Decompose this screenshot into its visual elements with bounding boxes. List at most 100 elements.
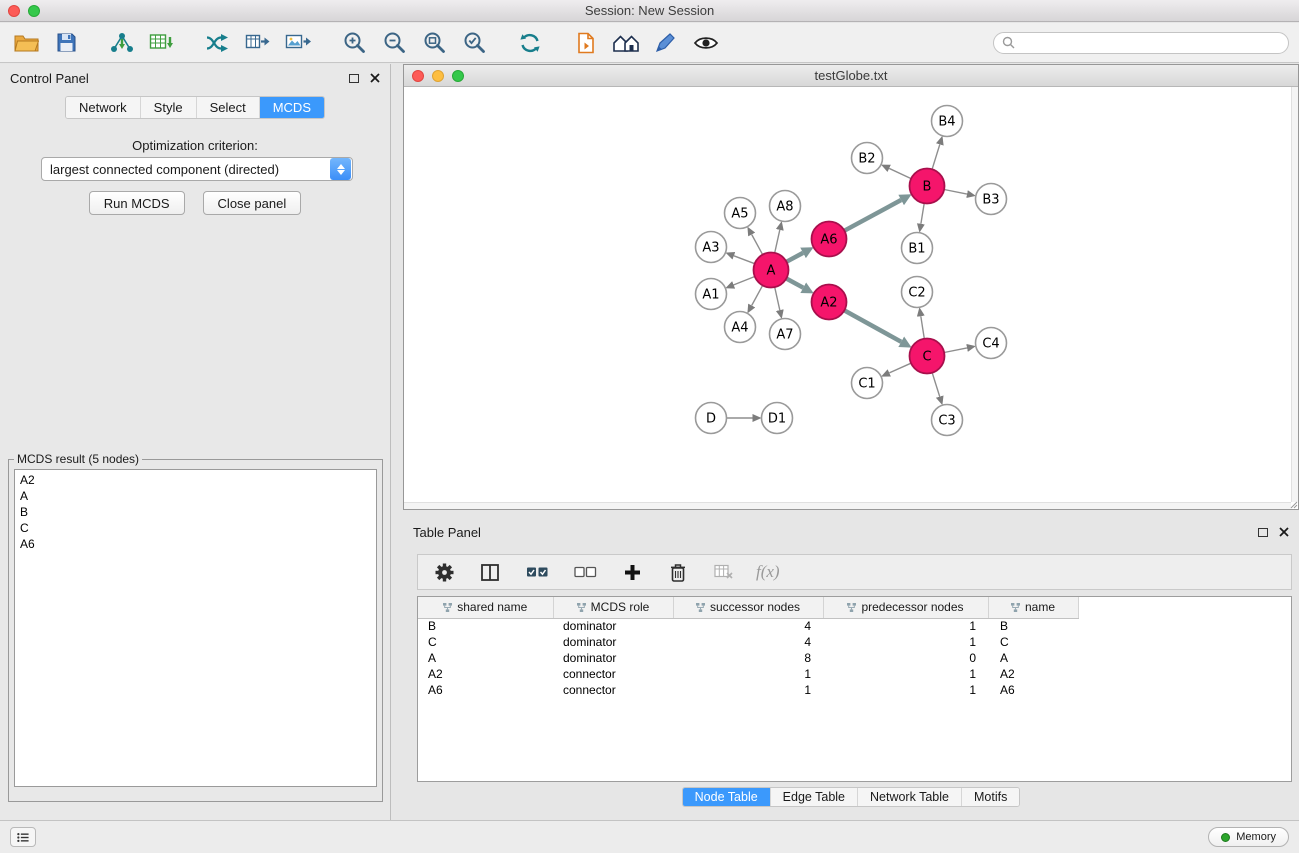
edge-A-A6[interactable] [786, 253, 803, 262]
run-mcds-button[interactable]: Run MCDS [89, 191, 185, 215]
table-cell[interactable]: dominator [553, 634, 673, 650]
edge-A-A8[interactable] [775, 230, 780, 253]
edge-A-A4[interactable] [752, 285, 763, 305]
search-field[interactable] [993, 32, 1289, 54]
close-panel-icon[interactable] [1279, 527, 1289, 537]
node-B4[interactable]: B4 [932, 106, 963, 137]
apply-function-button[interactable]: f(x) [756, 562, 780, 582]
table-cell[interactable]: connector [553, 682, 673, 698]
edge-A-A3[interactable] [734, 256, 755, 264]
close-panel-button[interactable]: Close panel [203, 191, 302, 215]
edge-A2-C[interactable] [844, 310, 901, 341]
table-cell[interactable]: B [418, 618, 553, 634]
optimization-criterion-select[interactable]: largest connected component (directed) [41, 157, 353, 181]
close-panel-icon[interactable] [370, 73, 380, 83]
open-session-file-button[interactable] [566, 26, 606, 60]
node-A3[interactable]: A3 [696, 232, 727, 263]
table-row[interactable]: Adominator80A [418, 650, 1078, 666]
select-all-rows-button[interactable] [522, 555, 552, 589]
zoom-out-button[interactable] [374, 26, 414, 60]
zoom-selected-button[interactable] [454, 26, 494, 60]
new-network-button[interactable] [198, 26, 238, 60]
node-A1[interactable]: A1 [696, 279, 727, 310]
node-C2[interactable]: C2 [902, 277, 933, 308]
column-header-mcds-role[interactable]: MCDS role [553, 597, 673, 618]
apply-style-button[interactable] [646, 26, 686, 60]
mcds-result-item[interactable]: A6 [15, 536, 376, 552]
edge-C-C1[interactable] [889, 363, 911, 373]
show-columns-button[interactable] [476, 555, 504, 589]
table-cell[interactable]: 4 [673, 618, 823, 634]
table-cell[interactable]: A [988, 650, 1078, 666]
delete-rows-button[interactable] [664, 555, 692, 589]
zoom-fit-button[interactable] [414, 26, 454, 60]
tab-motifs[interactable]: Motifs [962, 788, 1019, 806]
node-B1[interactable]: B1 [902, 233, 933, 264]
table-row[interactable]: A2connector11A2 [418, 666, 1078, 682]
show-hide-panels-button[interactable] [606, 26, 646, 60]
table-cell[interactable]: C [988, 634, 1078, 650]
zoom-in-button[interactable] [334, 26, 374, 60]
mcds-result-item[interactable]: B [15, 504, 376, 520]
mcds-result-item[interactable]: A2 [15, 472, 376, 488]
deselect-all-rows-button[interactable] [570, 555, 600, 589]
table-cell[interactable]: A2 [418, 666, 553, 682]
column-header-predecessor-nodes[interactable]: predecessor nodes [823, 597, 988, 618]
edge-B-B1[interactable] [921, 203, 924, 224]
table-cell[interactable]: dominator [553, 650, 673, 666]
edge-A-A5[interactable] [752, 235, 763, 255]
refresh-network-button[interactable] [510, 26, 550, 60]
node-B[interactable]: B [910, 169, 945, 204]
node-A2[interactable]: A2 [812, 285, 847, 320]
table-cell[interactable]: 1 [823, 666, 988, 682]
open-file-button[interactable] [6, 26, 46, 60]
edge-C-C2[interactable] [921, 316, 925, 339]
tab-network-table[interactable]: Network Table [858, 788, 962, 806]
table-cell[interactable]: A2 [988, 666, 1078, 682]
memory-button[interactable]: Memory [1208, 827, 1289, 847]
show-graphics-details-button[interactable] [686, 26, 726, 60]
new-network-from-table-button[interactable] [238, 26, 278, 60]
mcds-result-item[interactable]: C [15, 520, 376, 536]
column-header-successor-nodes[interactable]: successor nodes [673, 597, 823, 618]
table-row[interactable]: Cdominator41C [418, 634, 1078, 650]
network-canvas[interactable]: AA1A2A3A4A5A6A7A8BB1B2B3B4CC1C2C3C4DD1 [404, 87, 1298, 509]
search-input[interactable] [1021, 35, 1280, 51]
table-cell[interactable]: 1 [673, 682, 823, 698]
network-window-titlebar[interactable]: testGlobe.txt [404, 65, 1298, 87]
table-cell[interactable]: C [418, 634, 553, 650]
table-cell[interactable]: 0 [823, 650, 988, 666]
float-panel-icon[interactable] [1258, 528, 1268, 537]
table-settings-button[interactable] [430, 555, 458, 589]
table-cell[interactable]: 1 [823, 618, 988, 634]
node-A4[interactable]: A4 [725, 312, 756, 343]
horizontal-scrollbar[interactable] [404, 502, 1291, 509]
table-cell[interactable]: 1 [823, 634, 988, 650]
tab-node-table[interactable]: Node Table [683, 788, 771, 806]
table-row[interactable]: Bdominator41B [418, 618, 1078, 634]
node-B3[interactable]: B3 [976, 184, 1007, 215]
node-A7[interactable]: A7 [770, 319, 801, 350]
edge-A-A7[interactable] [775, 287, 780, 310]
edge-A6-B[interactable] [844, 200, 901, 231]
tab-select[interactable]: Select [197, 97, 260, 118]
node-A5[interactable]: A5 [725, 198, 756, 229]
edge-A-A1[interactable] [734, 277, 755, 285]
node-A8[interactable]: A8 [770, 191, 801, 222]
table-cell[interactable]: dominator [553, 618, 673, 634]
node-D[interactable]: D [696, 403, 727, 434]
vertical-scrollbar[interactable] [1291, 87, 1298, 502]
import-table-from-file-button[interactable] [142, 26, 182, 60]
mcds-result-list[interactable]: A2ABCA6 [14, 469, 377, 787]
table-cell[interactable]: A [418, 650, 553, 666]
node-C3[interactable]: C3 [932, 405, 963, 436]
tab-style[interactable]: Style [141, 97, 197, 118]
table-cell[interactable]: 1 [823, 682, 988, 698]
table-cell[interactable]: B [988, 618, 1078, 634]
edge-B-B4[interactable] [932, 144, 940, 169]
table-cell[interactable]: connector [553, 666, 673, 682]
table-cell[interactable]: 8 [673, 650, 823, 666]
float-panel-icon[interactable] [349, 74, 359, 83]
tab-edge-table[interactable]: Edge Table [771, 788, 858, 806]
save-session-button[interactable] [46, 26, 86, 60]
